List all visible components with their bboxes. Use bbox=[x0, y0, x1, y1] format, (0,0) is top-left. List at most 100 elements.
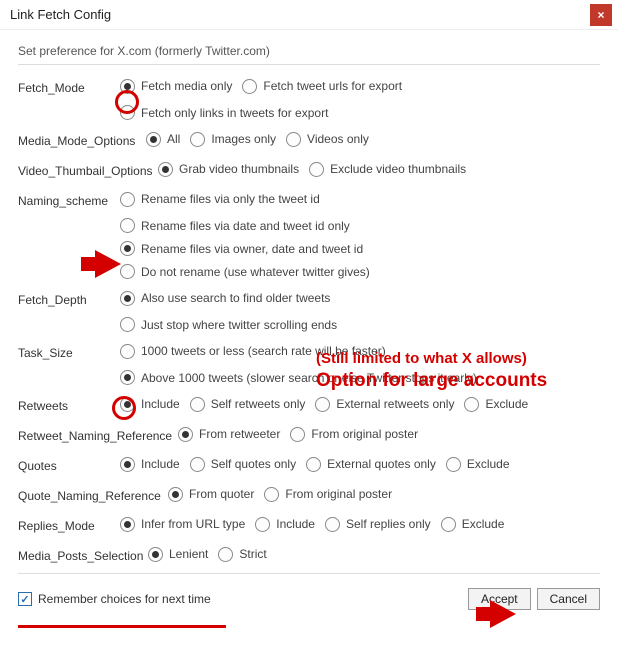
opt-exclude-thumbs[interactable]: Exclude video thumbnails bbox=[309, 158, 466, 180]
opt-from-original-rt[interactable]: From original poster bbox=[290, 423, 418, 445]
opt-rt-include[interactable]: Include bbox=[120, 393, 180, 415]
window-title: Link Fetch Config bbox=[10, 7, 111, 22]
label-media-posts: Media_Posts_Selection bbox=[18, 543, 148, 567]
label-fetch-depth: Fetch_Depth bbox=[18, 287, 120, 311]
radio-icon bbox=[120, 291, 135, 306]
opt-q-include[interactable]: Include bbox=[120, 453, 180, 475]
opt-from-retweeter[interactable]: From retweeter bbox=[178, 423, 280, 445]
remember-checkbox[interactable]: Remember choices for next time bbox=[18, 592, 211, 606]
opt-rt-exclude[interactable]: Exclude bbox=[464, 393, 528, 415]
row-media-posts: Media_Posts_Selection Lenient Strict bbox=[18, 543, 600, 567]
divider bbox=[18, 573, 600, 574]
row-quotes: Quotes Include Self quotes only External… bbox=[18, 453, 600, 477]
label-media-mode: Media_Mode_Options bbox=[18, 128, 146, 152]
row-retweets: Retweets Include Self retweets only Exte… bbox=[18, 393, 600, 417]
radio-icon bbox=[120, 192, 135, 207]
opt-rt-self[interactable]: Self retweets only bbox=[190, 393, 306, 415]
opt-rep-exclude[interactable]: Exclude bbox=[441, 513, 505, 535]
radio-icon bbox=[120, 397, 135, 412]
radio-icon bbox=[286, 132, 301, 147]
opt-rename-owner-date-id[interactable]: Rename files via owner, date and tweet i… bbox=[120, 241, 600, 256]
opt-rep-self[interactable]: Self replies only bbox=[325, 513, 431, 535]
radio-icon bbox=[120, 317, 135, 332]
radio-icon bbox=[464, 397, 479, 412]
opt-media-all[interactable]: All bbox=[146, 128, 180, 150]
opt-q-exclude[interactable]: Exclude bbox=[446, 453, 510, 475]
radio-icon bbox=[446, 457, 461, 472]
opt-q-external[interactable]: External quotes only bbox=[306, 453, 436, 475]
opt-lenient[interactable]: Lenient bbox=[148, 543, 208, 565]
label-replies: Replies_Mode bbox=[18, 513, 120, 537]
opt-fetch-links-in-tweets[interactable]: Fetch only links in tweets for export bbox=[120, 105, 600, 120]
radio-icon bbox=[148, 547, 163, 562]
radio-icon bbox=[120, 370, 135, 385]
row-quote-ref: Quote_Naming_Reference From quoter From … bbox=[18, 483, 600, 507]
radio-icon bbox=[309, 162, 324, 177]
label-fetch-mode: Fetch_Mode bbox=[18, 75, 120, 99]
opt-media-images[interactable]: Images only bbox=[190, 128, 276, 150]
opt-media-videos[interactable]: Videos only bbox=[286, 128, 369, 150]
label-video-thumb: Video_Thumbail_Options bbox=[18, 158, 158, 182]
radio-icon bbox=[120, 344, 135, 359]
opt-fetch-tweet-urls[interactable]: Fetch tweet urls for export bbox=[242, 75, 402, 97]
radio-icon bbox=[120, 457, 135, 472]
radio-icon bbox=[218, 547, 233, 562]
radio-icon bbox=[146, 132, 161, 147]
radio-icon bbox=[325, 517, 340, 532]
radio-icon bbox=[168, 487, 183, 502]
opt-1000-or-less[interactable]: 1000 tweets or less (search rate will be… bbox=[120, 340, 386, 362]
radio-icon bbox=[306, 457, 321, 472]
label-quotes: Quotes bbox=[18, 453, 120, 477]
row-fetch-mode: Fetch_Mode Fetch media only Fetch tweet … bbox=[18, 75, 600, 99]
label-quote-ref: Quote_Naming_Reference bbox=[18, 483, 168, 507]
opt-stop-scroll[interactable]: Just stop where twitter scrolling ends bbox=[120, 317, 600, 332]
opt-from-quoter[interactable]: From quoter bbox=[168, 483, 254, 505]
opt-rep-include[interactable]: Include bbox=[255, 513, 315, 535]
label-retweets: Retweets bbox=[18, 393, 120, 417]
titlebar: Link Fetch Config × bbox=[0, 0, 618, 30]
row-media-mode: Media_Mode_Options All Images only Video… bbox=[18, 128, 600, 152]
annotation-underline-remember bbox=[18, 625, 226, 628]
radio-icon bbox=[242, 79, 257, 94]
opt-grab-thumbs[interactable]: Grab video thumbnails bbox=[158, 158, 299, 180]
cancel-button[interactable]: Cancel bbox=[537, 588, 600, 610]
radio-icon bbox=[120, 517, 135, 532]
radio-icon bbox=[255, 517, 270, 532]
label-task-size: Task_Size bbox=[18, 340, 120, 364]
row-fetch-depth: Fetch_Depth Also use search to find olde… bbox=[18, 287, 600, 311]
accept-button[interactable]: Accept bbox=[468, 588, 531, 610]
opt-rename-tweetid[interactable]: Rename files via only the tweet id bbox=[120, 188, 320, 210]
radio-icon bbox=[120, 264, 135, 279]
opt-rename-date-id[interactable]: Rename files via date and tweet id only bbox=[120, 218, 600, 233]
radio-icon bbox=[315, 397, 330, 412]
footer: Remember choices for next time Accept Ca… bbox=[18, 584, 600, 620]
opt-from-original-q[interactable]: From original poster bbox=[264, 483, 392, 505]
radio-icon bbox=[120, 241, 135, 256]
row-retweet-ref: Retweet_Naming_Reference From retweeter … bbox=[18, 423, 600, 447]
opt-fetch-media-only[interactable]: Fetch media only bbox=[120, 75, 232, 97]
row-task-size: Task_Size 1000 tweets or less (search ra… bbox=[18, 340, 600, 364]
row-video-thumb: Video_Thumbail_Options Grab video thumbn… bbox=[18, 158, 600, 182]
opt-rt-external[interactable]: External retweets only bbox=[315, 393, 454, 415]
opt-above-1000[interactable]: Above 1000 tweets (slower search or else… bbox=[120, 370, 600, 385]
preference-note: Set preference for X.com (formerly Twitt… bbox=[18, 40, 600, 65]
close-icon[interactable]: × bbox=[590, 4, 612, 26]
checkbox-icon bbox=[18, 592, 32, 606]
row-replies: Replies_Mode Infer from URL type Include… bbox=[18, 513, 600, 537]
dialog-content: Set preference for X.com (formerly Twitt… bbox=[0, 30, 618, 620]
radio-icon bbox=[441, 517, 456, 532]
label-retweet-ref: Retweet_Naming_Reference bbox=[18, 423, 178, 447]
radio-icon bbox=[120, 79, 135, 94]
radio-icon bbox=[190, 457, 205, 472]
remember-label: Remember choices for next time bbox=[38, 592, 211, 606]
label-naming: Naming_scheme bbox=[18, 188, 120, 212]
opt-do-not-rename[interactable]: Do not rename (use whatever twitter give… bbox=[120, 264, 600, 279]
radio-icon bbox=[290, 427, 305, 442]
opt-use-search[interactable]: Also use search to find older tweets bbox=[120, 287, 330, 309]
opt-strict[interactable]: Strict bbox=[218, 543, 266, 565]
radio-icon bbox=[190, 397, 205, 412]
radio-icon bbox=[190, 132, 205, 147]
radio-icon bbox=[264, 487, 279, 502]
opt-rep-infer[interactable]: Infer from URL type bbox=[120, 513, 245, 535]
opt-q-self[interactable]: Self quotes only bbox=[190, 453, 296, 475]
